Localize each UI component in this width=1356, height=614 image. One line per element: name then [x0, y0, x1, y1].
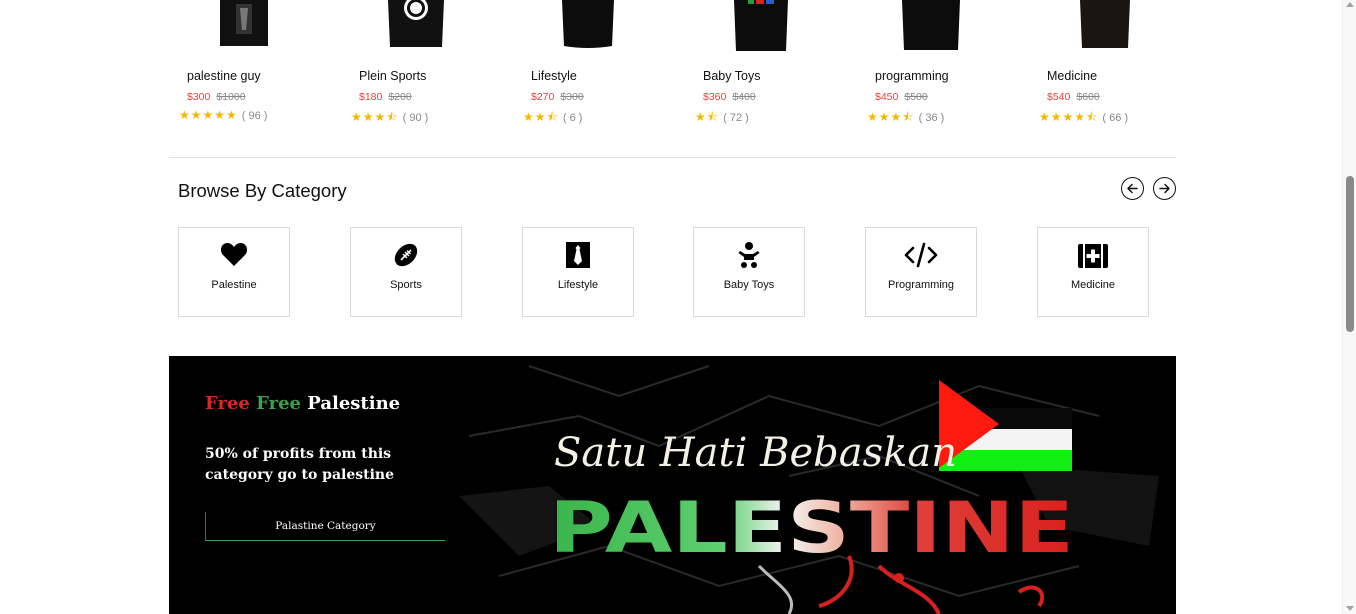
product-price: $300	[187, 91, 211, 103]
arrow-right-icon	[1159, 183, 1170, 194]
product-card[interactable]: Medicine $540 $600 ★★★★⯪( 66 )	[1038, 0, 1188, 128]
product-price: $540	[1047, 91, 1071, 103]
rating-count: ( 72 )	[723, 112, 749, 124]
product-name[interactable]: Plein Sports	[359, 69, 426, 83]
banner-headline: Free Free Palestine	[205, 393, 400, 414]
product-image[interactable]	[732, 0, 790, 52]
product-old-price: $600	[1076, 91, 1100, 103]
product-prices: $270 $300	[531, 91, 584, 103]
code-icon	[904, 242, 938, 268]
product-name[interactable]: Baby Toys	[703, 69, 760, 83]
product-card[interactable]: palestine guy $300 $1000 ★★★★★( 96 )	[178, 0, 328, 128]
category-card-programming[interactable]: Programming	[865, 227, 977, 317]
category-label: Baby Toys	[723, 279, 775, 291]
product-prices: $540 $600	[1047, 91, 1100, 103]
star-rating-icons: ★★★★★	[179, 108, 238, 122]
product-name[interactable]: palestine guy	[187, 69, 261, 83]
product-price: $270	[531, 91, 555, 103]
next-category-button[interactable]	[1153, 177, 1176, 200]
product-image[interactable]	[386, 0, 446, 52]
category-label: Programming	[887, 279, 955, 291]
category-card-palestine[interactable]: Palestine	[178, 227, 290, 317]
product-name[interactable]: Medicine	[1047, 69, 1097, 83]
category-card-lifestyle[interactable]: Lifestyle	[522, 227, 634, 317]
arrow-left-icon	[1127, 183, 1138, 194]
product-card[interactable]: programming $450 $500 ★★★⯪( 36 )	[866, 0, 1016, 128]
tie-icon	[566, 242, 590, 268]
product-row: palestine guy $300 $1000 ★★★★★( 96 ) Plei…	[178, 0, 1178, 130]
promo-banner: Free Free Palestine 50% of profits from …	[169, 356, 1176, 614]
category-card-medicine[interactable]: Medicine	[1037, 227, 1149, 317]
product-image[interactable]	[900, 0, 962, 52]
product-old-price: $200	[388, 91, 412, 103]
product-price: $360	[703, 91, 727, 103]
product-image[interactable]	[216, 0, 272, 52]
product-image[interactable]	[1078, 0, 1132, 52]
rating-count: ( 6 )	[562, 112, 583, 124]
scroll-up-icon[interactable]	[1346, 2, 1354, 7]
rating-count: ( 36 )	[918, 112, 945, 124]
prev-category-button[interactable]	[1121, 177, 1144, 200]
baby-icon	[738, 242, 760, 268]
category-section-title: Browse By Category	[178, 180, 347, 201]
scrollbar-thumb[interactable]	[1346, 176, 1354, 332]
scroll-down-icon[interactable]	[1346, 606, 1354, 611]
star-rating-icons: ★★⯪	[523, 110, 559, 124]
banner-art-script: Satu Hati Bebaskan	[554, 430, 957, 476]
product-card[interactable]: Lifestyle $270 $300 ★★⯪( 6 )	[522, 0, 672, 128]
product-price: $180	[359, 91, 383, 103]
product-rating: ★⯪( 72 )	[695, 108, 749, 129]
product-prices: $450 $500	[875, 91, 928, 103]
star-rating-icons: ★★★★⯪	[1039, 110, 1099, 124]
product-image[interactable]	[560, 0, 616, 52]
headline-green-word: Free	[256, 393, 301, 414]
banner-art-word: PALESTINE	[549, 487, 1074, 569]
product-rating: ★★⯪( 6 )	[523, 108, 582, 129]
product-old-price: $400	[732, 91, 756, 103]
category-label: Lifestyle	[557, 279, 599, 291]
product-prices: $180 $200	[359, 91, 412, 103]
medkit-icon	[1078, 244, 1108, 268]
headline-white-word: Palestine	[307, 393, 401, 414]
product-rating: ★★★★★( 96 )	[179, 108, 267, 122]
rating-count: ( 90 )	[402, 112, 429, 124]
product-card[interactable]: Plein Sports $180 $200 ★★★⯪( 90 )	[350, 0, 500, 128]
page-scrollbar[interactable]	[1342, 0, 1356, 614]
star-rating-icons: ★⯪	[695, 110, 720, 124]
product-name[interactable]: programming	[875, 69, 949, 83]
product-rating: ★★★★⯪( 66 )	[1039, 108, 1128, 129]
category-label: Sports	[390, 279, 422, 291]
category-card-sports[interactable]: Sports	[350, 227, 462, 317]
banner-subtitle: 50% of profits from this category go to …	[205, 446, 394, 483]
football-icon	[394, 243, 418, 267]
product-old-price: $500	[904, 91, 928, 103]
rating-count: ( 96 )	[241, 110, 268, 122]
product-card[interactable]: Baby Toys $360 $400 ★⯪( 72 )	[694, 0, 844, 128]
product-prices: $360 $400	[703, 91, 756, 103]
product-old-price: $300	[560, 91, 584, 103]
category-card-baby-toys[interactable]: Baby Toys	[693, 227, 805, 317]
category-label: Medicine	[1070, 279, 1116, 291]
product-price: $450	[875, 91, 899, 103]
product-name[interactable]: Lifestyle	[531, 69, 577, 83]
product-rating: ★★★⯪( 90 )	[351, 108, 428, 129]
product-rating: ★★★⯪( 36 )	[867, 108, 944, 129]
category-label: Palestine	[211, 279, 257, 291]
heart-icon	[220, 243, 248, 266]
headline-red-word: Free	[205, 393, 250, 414]
star-rating-icons: ★★★⯪	[351, 110, 399, 124]
section-divider	[169, 157, 1176, 158]
rating-count: ( 66 )	[1102, 112, 1129, 124]
star-rating-icons: ★★★⯪	[867, 110, 915, 124]
product-old-price: $1000	[216, 91, 246, 103]
palestine-category-button[interactable]: Palastine Category	[205, 512, 445, 541]
banner-image: Satu Hati Bebaskan PALESTINE	[459, 365, 1176, 614]
product-prices: $300 $1000	[187, 91, 246, 103]
